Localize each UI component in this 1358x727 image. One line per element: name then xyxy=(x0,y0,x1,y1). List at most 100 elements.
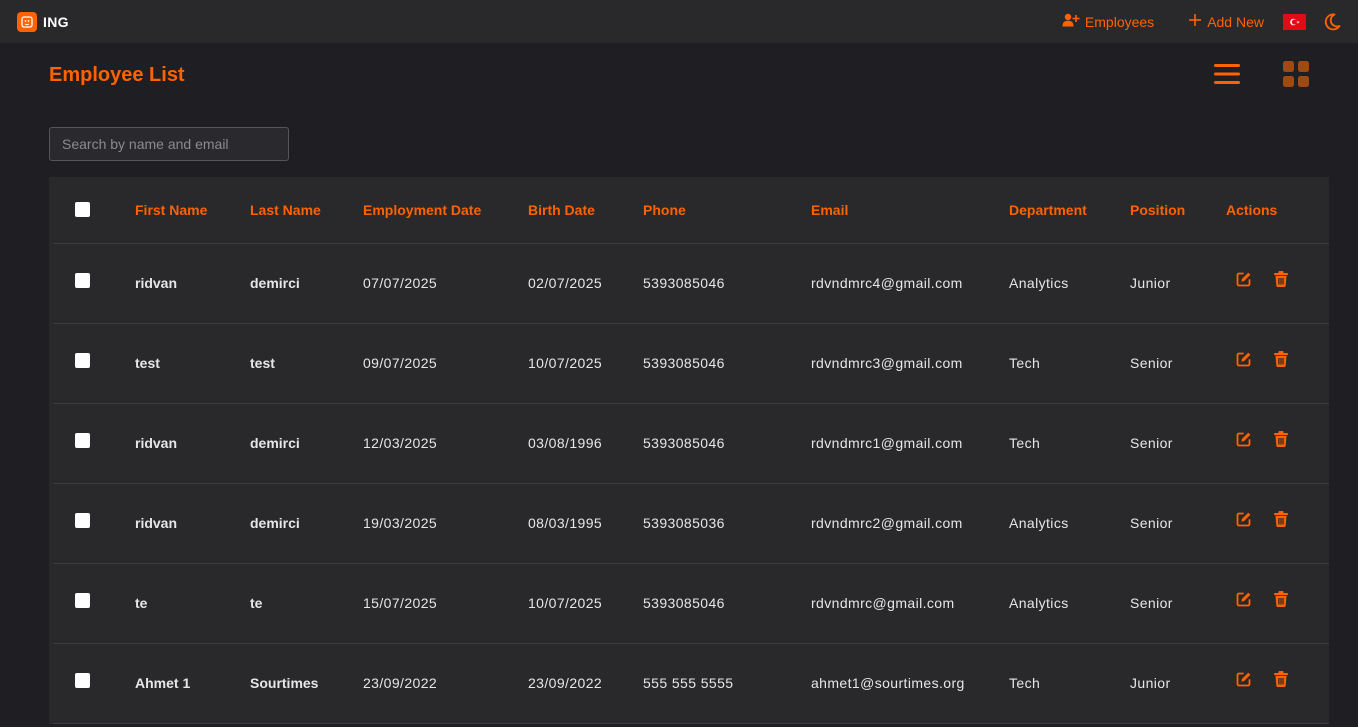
birth-date-cell: 08/03/1995 xyxy=(528,483,643,564)
user-plus-icon xyxy=(1062,13,1080,30)
column-header[interactable]: Email xyxy=(811,177,1009,244)
search-input[interactable] xyxy=(49,127,289,161)
position-cell: Junior xyxy=(1130,643,1226,724)
column-header[interactable]: Last Name xyxy=(250,177,363,244)
trash-icon[interactable] xyxy=(1274,351,1288,367)
email-cell: ahmet1@sourtimes.org xyxy=(811,643,1009,724)
hamburger-list-icon[interactable] xyxy=(1214,63,1240,85)
last-name-cell: demirci xyxy=(250,483,363,564)
employment-date-cell: 12/03/2025 xyxy=(363,403,528,484)
last-name-cell: test xyxy=(250,323,363,404)
top-actions: Employees Add New xyxy=(1062,12,1342,32)
department-cell: Analytics xyxy=(1009,563,1130,644)
brand[interactable]: ING xyxy=(17,11,69,32)
table-row: ridvan demirci 19/03/2025 08/03/1995 539… xyxy=(53,483,1329,564)
employees-nav-label: Employees xyxy=(1084,13,1155,30)
plus-icon xyxy=(1188,13,1202,30)
trash-icon[interactable] xyxy=(1274,591,1288,607)
select-all-checkbox[interactable] xyxy=(75,201,90,217)
birth-date-cell: 02/07/2025 xyxy=(528,243,643,324)
phone-cell: 5393085036 xyxy=(643,483,811,564)
column-header: Actions xyxy=(1226,177,1329,244)
edit-icon[interactable] xyxy=(1236,511,1252,527)
actions-cell xyxy=(1226,243,1329,324)
employment-date-cell: 23/09/2022 xyxy=(363,643,528,724)
table-row: te te 15/07/2025 10/07/2025 5393085046 r… xyxy=(53,563,1329,644)
row-actions xyxy=(1226,671,1329,687)
trash-icon[interactable] xyxy=(1274,511,1288,527)
position-cell: Senior xyxy=(1130,323,1226,404)
employment-date-cell: 07/07/2025 xyxy=(363,243,528,324)
department-cell: Analytics xyxy=(1009,483,1130,564)
actions-cell xyxy=(1226,483,1329,564)
column-header[interactable]: Birth Date xyxy=(528,177,643,244)
actions-cell xyxy=(1226,563,1329,644)
employment-date-cell: 19/03/2025 xyxy=(363,483,528,564)
add-new-nav-link[interactable]: Add New xyxy=(1188,13,1264,30)
moon-icon[interactable] xyxy=(1322,12,1342,32)
row-checkbox[interactable] xyxy=(75,672,90,688)
employees-nav-link[interactable]: Employees xyxy=(1062,13,1154,30)
phone-cell: 5393085046 xyxy=(643,563,811,644)
edit-icon[interactable] xyxy=(1236,671,1252,687)
birth-date-cell: 10/07/2025 xyxy=(528,323,643,404)
column-header[interactable]: First Name xyxy=(135,177,250,244)
row-select-cell xyxy=(53,563,135,644)
row-select-cell xyxy=(53,323,135,404)
table-row: ridvan demirci 07/07/2025 02/07/2025 539… xyxy=(53,243,1329,324)
trash-icon[interactable] xyxy=(1274,431,1288,447)
email-cell: rdvndmrc2@gmail.com xyxy=(811,483,1009,564)
last-name-cell: Sourtimes xyxy=(250,643,363,724)
email-cell: rdvndmrc3@gmail.com xyxy=(811,323,1009,404)
employee-table-card: First Name Last Name Employment Date Bir… xyxy=(49,177,1329,724)
row-checkbox[interactable] xyxy=(75,432,90,448)
row-checkbox[interactable] xyxy=(75,592,90,608)
first-name-cell: test xyxy=(135,323,250,404)
row-actions xyxy=(1226,511,1329,527)
row-checkbox[interactable] xyxy=(75,272,90,288)
page-title: Employee List xyxy=(49,63,185,86)
birth-date-cell: 23/09/2022 xyxy=(528,643,643,724)
trash-icon[interactable] xyxy=(1274,271,1288,287)
first-name-cell: ridvan xyxy=(135,403,250,484)
edit-icon[interactable] xyxy=(1236,351,1252,367)
phone-cell: 5393085046 xyxy=(643,243,811,324)
employment-date-cell: 15/07/2025 xyxy=(363,563,528,644)
position-cell: Senior xyxy=(1130,403,1226,484)
first-name-cell: ridvan xyxy=(135,243,250,324)
top-navbar: ING Employees Add New xyxy=(0,0,1358,43)
edit-icon[interactable] xyxy=(1236,431,1252,447)
position-cell: Junior xyxy=(1130,243,1226,324)
table-row: test test 09/07/2025 10/07/2025 53930850… xyxy=(53,323,1329,404)
column-header[interactable]: Department xyxy=(1009,177,1130,244)
turkey-flag-icon[interactable] xyxy=(1283,13,1306,30)
first-name-cell: te xyxy=(135,563,250,644)
phone-cell: 555 555 5555 xyxy=(643,643,811,724)
birth-date-cell: 10/07/2025 xyxy=(528,563,643,644)
department-cell: Tech xyxy=(1009,403,1130,484)
actions-cell xyxy=(1226,323,1329,404)
position-cell: Senior xyxy=(1130,563,1226,644)
row-select-cell xyxy=(53,403,135,484)
row-actions xyxy=(1226,271,1329,287)
last-name-cell: demirci xyxy=(250,403,363,484)
column-header[interactable]: Position xyxy=(1130,177,1226,244)
column-header[interactable]: Employment Date xyxy=(363,177,528,244)
select-all-cell xyxy=(53,177,135,244)
row-select-cell xyxy=(53,643,135,724)
edit-icon[interactable] xyxy=(1236,271,1252,287)
trash-icon[interactable] xyxy=(1274,671,1288,687)
last-name-cell: demirci xyxy=(250,243,363,324)
row-checkbox[interactable] xyxy=(75,512,90,528)
edit-icon[interactable] xyxy=(1236,591,1252,607)
add-new-nav-label: Add New xyxy=(1207,13,1264,30)
grid-icon[interactable] xyxy=(1283,61,1309,87)
main-content: Employee List Search by name and email F… xyxy=(0,43,1358,724)
brand-name: ING xyxy=(43,13,69,30)
email-cell: rdvndmrc1@gmail.com xyxy=(811,403,1009,484)
row-checkbox[interactable] xyxy=(75,352,90,368)
title-row: Employee List xyxy=(49,43,1329,105)
column-header[interactable]: Phone xyxy=(643,177,811,244)
row-select-cell xyxy=(53,483,135,564)
actions-cell xyxy=(1226,643,1329,724)
